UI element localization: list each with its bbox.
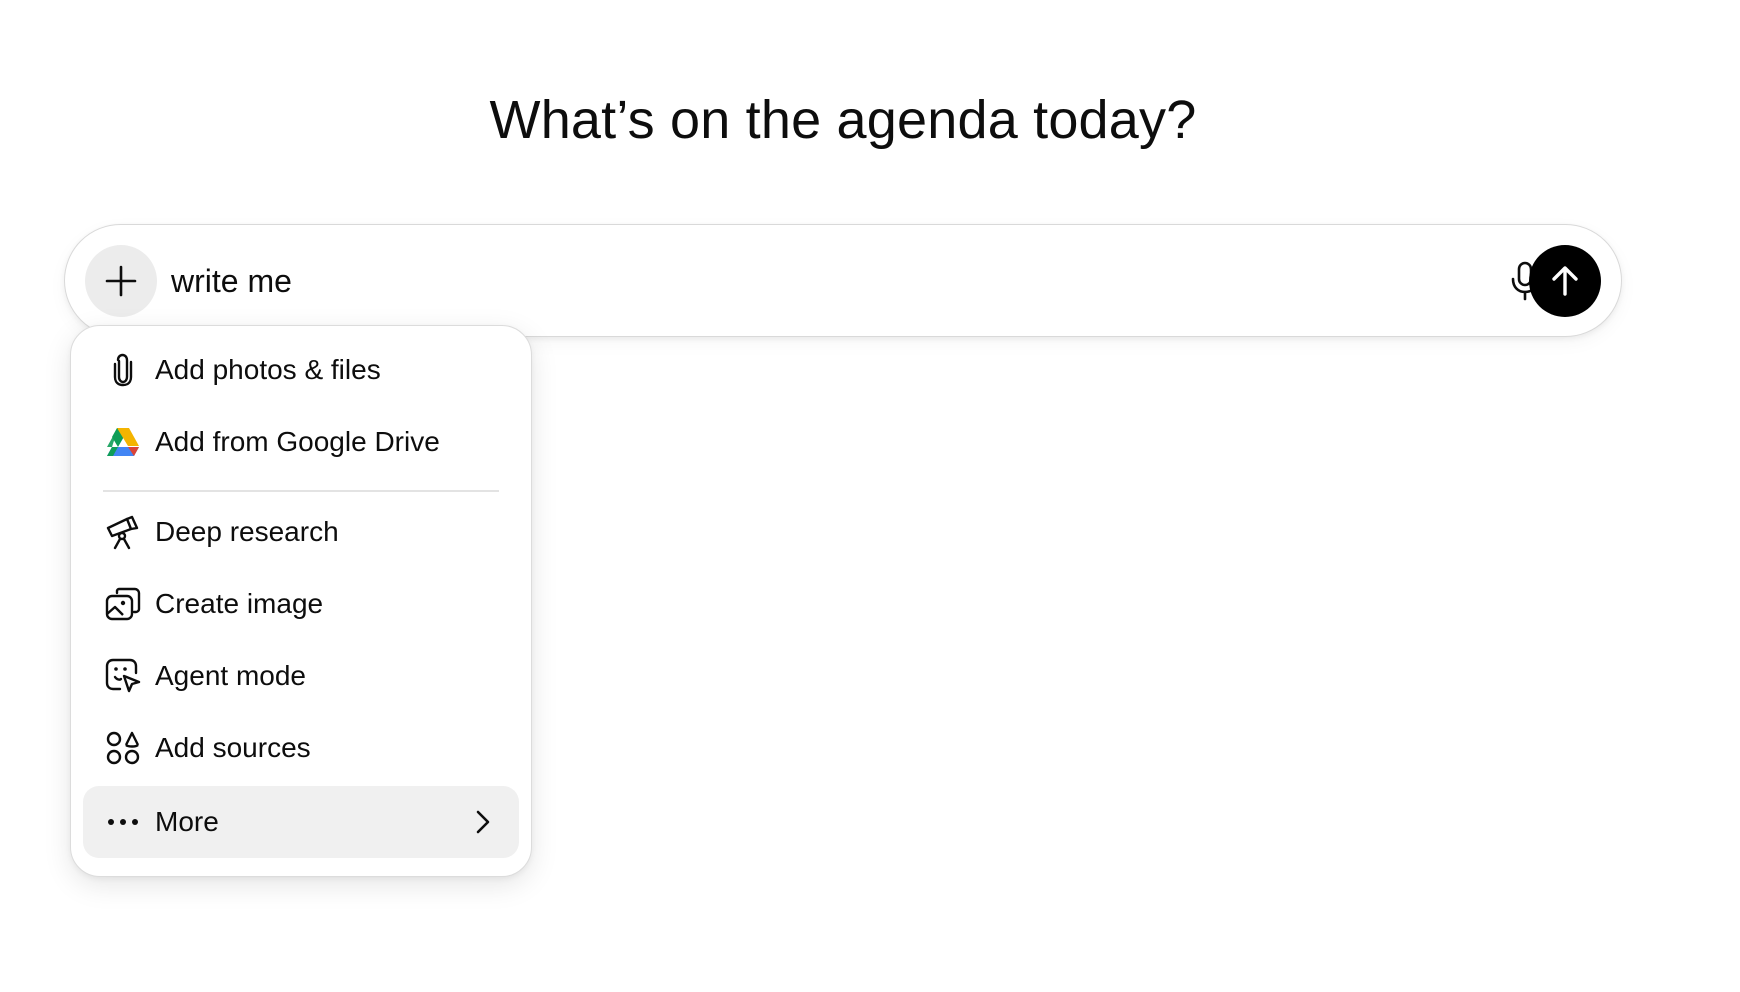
page: What’s on the agenda today? write me Add… bbox=[0, 0, 1740, 992]
add-button[interactable] bbox=[85, 245, 157, 317]
sources-icon bbox=[105, 730, 141, 766]
menu-item-label: Agent mode bbox=[155, 660, 306, 691]
image-icon bbox=[105, 586, 141, 622]
page-title: What’s on the agenda today? bbox=[489, 90, 1197, 150]
send-button[interactable] bbox=[1529, 245, 1601, 317]
plus-icon bbox=[105, 265, 137, 297]
menu-item-deep-research[interactable]: Deep research bbox=[83, 496, 519, 568]
menu-item-add-photos-files[interactable]: Add photos & files bbox=[83, 334, 519, 406]
agent-cursor-icon bbox=[105, 658, 141, 694]
menu-item-label: Add from Google Drive bbox=[155, 426, 440, 457]
menu-item-label: More bbox=[155, 806, 219, 837]
chat-composer bbox=[64, 224, 1622, 337]
google-drive-icon bbox=[105, 424, 141, 460]
menu-divider bbox=[103, 490, 499, 492]
paperclip-icon bbox=[105, 352, 141, 388]
menu-item-add-sources[interactable]: Add sources bbox=[83, 712, 519, 784]
menu-item-more[interactable]: More bbox=[83, 786, 519, 858]
menu-item-label: Deep research bbox=[155, 516, 339, 547]
menu-item-create-image[interactable]: Create image bbox=[83, 568, 519, 640]
arrow-up-icon bbox=[1552, 266, 1578, 296]
menu-item-add-from-google-drive[interactable]: Add from Google Drive bbox=[83, 406, 519, 478]
chevron-right-icon bbox=[465, 804, 501, 840]
attachment-menu: Add photos & files Add from Google Drive bbox=[70, 325, 532, 877]
menu-item-label: Add photos & files bbox=[155, 354, 381, 385]
menu-item-label: Add sources bbox=[155, 732, 311, 763]
menu-item-agent-mode[interactable]: Agent mode bbox=[83, 640, 519, 712]
ellipsis-icon bbox=[105, 804, 141, 840]
telescope-icon bbox=[105, 514, 141, 550]
chat-input[interactable] bbox=[171, 255, 1371, 307]
menu-item-label: Create image bbox=[155, 588, 324, 619]
